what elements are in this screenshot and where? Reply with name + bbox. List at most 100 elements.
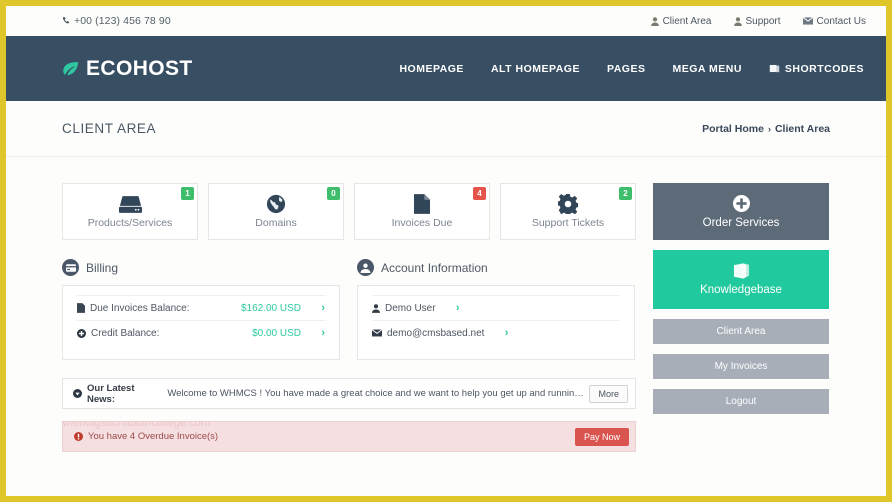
overdue-invoice-alert: whentagsechabtancollege.com You have 4 O… <box>62 421 636 452</box>
leaf-icon <box>62 61 79 76</box>
chevron-right-icon[interactable]: › <box>315 302 325 314</box>
file-icon <box>414 194 430 214</box>
top-links: Client Area Support Contact Us <box>650 15 866 27</box>
info-panel-row: Billing Due Invoices Balance: $162.00 US… <box>62 259 636 360</box>
account-panel-title: Account Information <box>381 260 488 275</box>
billing-row-credit-balance[interactable]: Credit Balance: $0.00 USD › <box>77 320 325 345</box>
news-text: Welcome to WHMCS ! You have made a great… <box>167 388 585 399</box>
chevron-right-icon[interactable]: › <box>315 327 325 339</box>
nav-item-shortcodes[interactable]: SHORTCODES <box>769 63 864 75</box>
account-row-label-wrap: Demo User <box>372 303 436 314</box>
nav-item-alt-homepage[interactable]: ALT HOMEPAGE <box>491 63 580 75</box>
sidebar-button-client-area[interactable]: Client Area <box>653 319 829 344</box>
site-header: ECOHOST HOMEPAGE ALT HOMEPAGE PAGES MEGA… <box>6 36 886 101</box>
account-row-label-wrap: demo@cmsbased.net <box>372 328 484 339</box>
account-row-name[interactable]: Demo User › <box>372 295 620 320</box>
book-icon <box>732 263 751 279</box>
stat-card-invoices-due[interactable]: 4 Invoices Due <box>354 183 490 240</box>
chevron-right-icon[interactable]: › <box>498 327 509 339</box>
billing-row-label: Credit Balance: <box>91 327 160 339</box>
status-badge: 4 <box>473 187 486 200</box>
sidebar-button-label: Client Area <box>716 326 766 337</box>
phone-number-text: +00 (123) 456 78 90 <box>74 15 171 27</box>
user-icon <box>650 16 659 26</box>
globe-icon <box>266 194 286 214</box>
top-link-label: Support <box>745 15 781 27</box>
stat-card-label: Products/Services <box>87 216 173 229</box>
billing-row-due-invoices[interactable]: Due Invoices Balance: $162.00 USD › <box>77 295 325 320</box>
content-left-column: 1 Products/Services 0 Domains 4 Invoices… <box>62 183 636 452</box>
user-icon <box>733 16 742 26</box>
top-link-support[interactable]: Support <box>733 15 781 27</box>
nav-item-mega-menu[interactable]: MEGA MENU <box>672 63 741 75</box>
billing-row-value: $162.00 USD <box>240 302 301 314</box>
status-badge: 0 <box>327 187 340 200</box>
user-icon <box>372 303 380 313</box>
stat-card-label: Domains <box>255 217 297 229</box>
top-link-label: Contact Us <box>816 15 866 27</box>
sidebar-button-label: Order Services <box>702 216 780 229</box>
phone-icon <box>62 16 72 26</box>
account-panel-body: Demo User › demo@cmsbased.net › <box>357 285 635 360</box>
stat-card-products-services[interactable]: 1 Products/Services <box>62 183 198 240</box>
breadcrumb: Portal Home › Client Area <box>702 123 830 135</box>
page-title: CLIENT AREA <box>62 121 157 136</box>
breadcrumb-separator: › <box>767 123 771 134</box>
file-icon <box>77 303 85 313</box>
top-utility-bar: +00 (123) 456 78 90 Client Area Support <box>6 6 886 36</box>
stat-card-label: Invoices Due <box>391 217 453 229</box>
account-row-label: demo@cmsbased.net <box>387 327 485 339</box>
account-row-label: Demo User <box>385 302 436 314</box>
nav-label: ALT HOMEPAGE <box>490 62 580 75</box>
stat-card-label: Support Tickets <box>531 217 605 229</box>
site-logo-text: ECOHOST <box>86 56 193 80</box>
chevron-right-icon[interactable]: › <box>450 302 460 314</box>
latest-news-bar: Our Latest News: Welcome to WHMCS ! You … <box>62 378 636 409</box>
billing-row-label-wrap: Credit Balance: <box>77 328 159 339</box>
pay-now-button[interactable]: Pay Now <box>574 427 629 446</box>
main-navigation: HOMEPAGE ALT HOMEPAGE PAGES MEGA MENU SH… <box>399 63 864 75</box>
nav-label: MEGA MENU <box>672 62 742 75</box>
credit-card-icon <box>62 259 79 276</box>
billing-panel-title: Billing <box>86 260 119 275</box>
alert-watermark: whentagsechabtancollege.com <box>62 421 211 429</box>
page-frame: +00 (123) 456 78 90 Client Area Support <box>6 6 886 496</box>
book-icon <box>769 64 780 73</box>
nav-item-homepage[interactable]: HOMEPAGE <box>399 63 463 75</box>
stat-card-domains[interactable]: 0 Domains <box>208 183 344 240</box>
news-prefix: Our Latest News: <box>87 382 135 405</box>
nav-item-pages[interactable]: PAGES <box>607 63 645 75</box>
sidebar: Order Services Knowledgebase Client Area… <box>653 183 829 452</box>
plus-circle-icon <box>732 194 750 212</box>
alert-text: You have 4 Overdue Invoice(s) <box>88 431 219 442</box>
billing-row-label: Due Invoices Balance: <box>90 302 190 314</box>
gear-icon <box>556 194 580 217</box>
user-circle-icon <box>357 259 374 276</box>
account-row-email[interactable]: demo@cmsbased.net › <box>372 320 620 345</box>
stat-card-support-tickets[interactable]: 2 Support Tickets <box>500 183 636 240</box>
billing-row-value: $0.00 USD <box>252 327 301 339</box>
account-panel-header: Account Information <box>357 259 635 276</box>
sidebar-button-logout[interactable]: Logout <box>653 389 829 414</box>
breadcrumb-current: Client Area <box>774 122 830 135</box>
main-content: 1 Products/Services 0 Domains 4 Invoices… <box>6 157 886 452</box>
top-link-client-area[interactable]: Client Area <box>650 16 712 27</box>
sidebar-button-label: My Invoices <box>714 361 768 372</box>
site-logo[interactable]: ECOHOST <box>62 57 193 81</box>
sidebar-button-my-invoices[interactable]: My Invoices <box>653 354 829 379</box>
nav-label: HOMEPAGE <box>399 62 464 75</box>
sidebar-button-knowledgebase[interactable]: Knowledgebase <box>653 250 829 309</box>
billing-row-label-wrap: Due Invoices Balance: <box>77 303 190 314</box>
sidebar-button-label: Logout <box>725 396 757 407</box>
billing-panel-body: Due Invoices Balance: $162.00 USD › Cred… <box>62 285 340 360</box>
exclamation-icon <box>74 432 83 441</box>
news-more-button[interactable]: More <box>589 384 628 403</box>
breadcrumb-home[interactable]: Portal Home <box>702 123 764 135</box>
stat-card-row: 1 Products/Services 0 Domains 4 Invoices… <box>62 183 636 240</box>
top-link-contact-us[interactable]: Contact Us <box>802 15 866 27</box>
sidebar-button-order-services[interactable]: Order Services <box>653 183 829 240</box>
account-information-panel: Account Information Demo User › demo@cms… <box>357 259 635 360</box>
page-title-band: CLIENT AREA Portal Home › Client Area <box>6 101 886 157</box>
nav-label: PAGES <box>606 62 646 75</box>
sidebar-button-label: Knowledgebase <box>700 284 782 296</box>
